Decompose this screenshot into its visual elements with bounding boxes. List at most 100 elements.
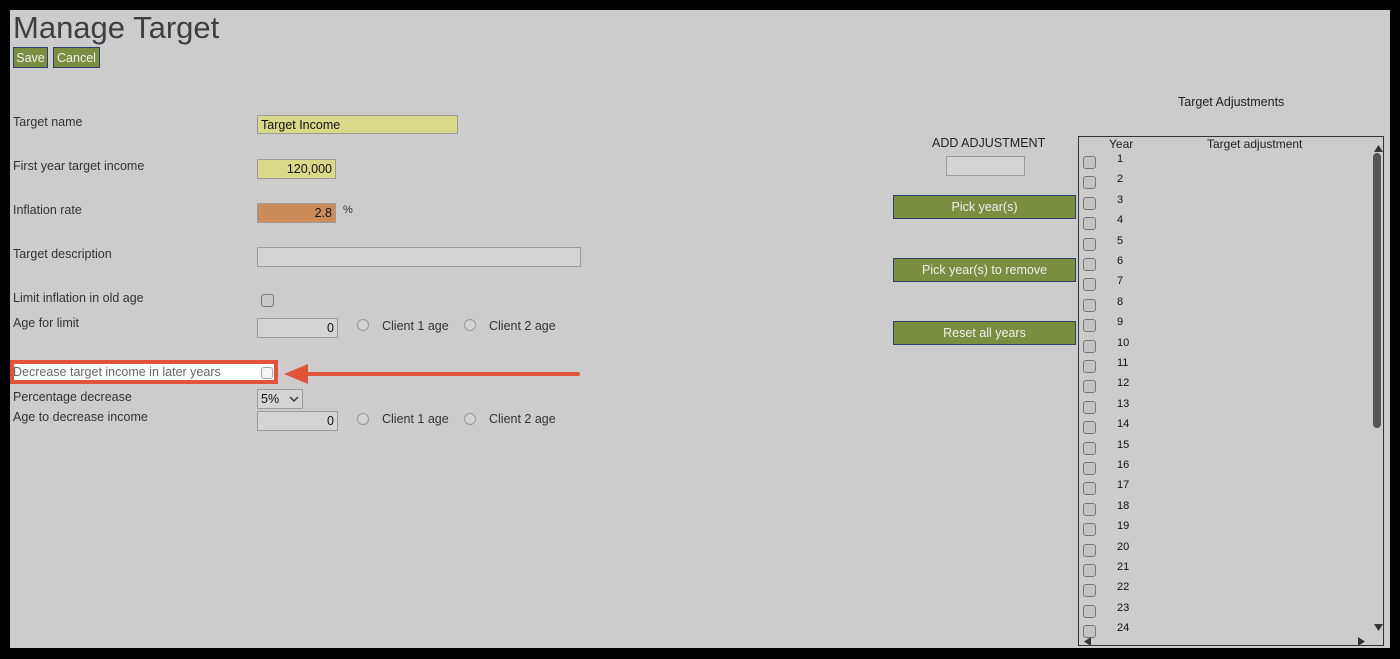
year-row-label: 7 [1117, 275, 1124, 288]
year-row-label: 3 [1117, 193, 1124, 206]
target-name-input[interactable]: Target Income [257, 115, 458, 134]
year-row-checkbox[interactable] [1083, 441, 1096, 455]
year-row-checkbox[interactable] [1083, 523, 1096, 537]
year-row-label: 9 [1117, 316, 1124, 329]
year-row-checkbox[interactable] [1083, 298, 1096, 312]
decrease-income-label: Decrease target income in later years [13, 365, 221, 379]
table-row: 6 [1079, 255, 1369, 275]
year-row-label: 12 [1117, 377, 1130, 390]
table-row: 16 [1079, 459, 1369, 479]
pick-years-remove-button[interactable]: Pick year(s) to remove [893, 258, 1076, 282]
year-row-checkbox[interactable] [1083, 217, 1096, 231]
inflation-unit: % [343, 204, 353, 216]
table-row: 9 [1079, 316, 1369, 336]
year-row-label: 6 [1117, 255, 1124, 267]
page-title: Manage Target [13, 10, 220, 45]
chevron-down-icon [289, 396, 299, 402]
table-row: 15 [1079, 439, 1369, 459]
vertical-scrollbar-thumb[interactable] [1373, 153, 1381, 428]
year-row-checkbox[interactable] [1083, 421, 1096, 435]
year-row-checkbox[interactable] [1083, 278, 1096, 292]
table-row: 20 [1079, 541, 1369, 561]
table-row: 7 [1079, 275, 1369, 295]
year-row-checkbox[interactable] [1083, 380, 1096, 394]
decrease-client2-label: Client 2 age [489, 412, 556, 426]
year-row-label: 2 [1117, 173, 1124, 186]
cancel-button[interactable]: Cancel [53, 47, 100, 68]
year-row-label: 17 [1117, 479, 1130, 492]
scroll-down-arrow[interactable] [1374, 618, 1383, 636]
year-row-label: 10 [1117, 336, 1130, 349]
limit-inflation-checkbox[interactable] [261, 294, 274, 307]
age-decrease-input[interactable]: 0 [257, 411, 338, 431]
col-adjustment-header: Target adjustment [1207, 137, 1303, 151]
scroll-left-arrow[interactable] [1084, 633, 1091, 648]
year-row-checkbox[interactable] [1083, 462, 1096, 475]
table-row: 14 [1079, 418, 1369, 438]
first-year-income-input[interactable]: 120,000 [257, 159, 336, 179]
year-row-label: 20 [1117, 540, 1130, 553]
inflation-rate-input[interactable]: 2.8 [257, 203, 336, 223]
save-button[interactable]: Save [13, 47, 48, 68]
year-row-checkbox[interactable] [1083, 176, 1096, 190]
decrease-client2-radio[interactable] [464, 413, 476, 425]
year-row-label: 11 [1117, 357, 1129, 369]
reset-all-years-button[interactable]: Reset all years [893, 321, 1076, 345]
triangle-right-icon [1358, 637, 1365, 646]
year-row-checkbox[interactable] [1083, 319, 1096, 333]
year-row-checkbox[interactable] [1083, 258, 1096, 271]
year-row-checkbox[interactable] [1083, 400, 1096, 414]
table-row: 19 [1079, 520, 1369, 540]
year-row-checkbox[interactable] [1083, 543, 1096, 557]
year-row-label: 21 [1117, 561, 1130, 573]
year-row-checkbox[interactable] [1083, 584, 1096, 598]
year-row-checkbox[interactable] [1083, 237, 1096, 251]
year-row-checkbox[interactable] [1083, 156, 1096, 169]
year-row-checkbox[interactable] [1083, 339, 1096, 353]
add-adjustment-input[interactable] [946, 156, 1025, 176]
limit-inflation-label: Limit inflation in old age [13, 291, 144, 305]
decrease-income-checkbox[interactable] [261, 367, 273, 379]
triangle-down-icon [1374, 624, 1383, 631]
scroll-right-arrow[interactable] [1358, 633, 1365, 648]
table-row: 18 [1079, 500, 1369, 520]
target-name-label: Target name [13, 115, 83, 129]
percentage-decrease-select[interactable]: 5% [257, 389, 303, 409]
year-row-checkbox[interactable] [1083, 564, 1096, 577]
decrease-client1-radio[interactable] [357, 413, 369, 425]
table-row: 8 [1079, 296, 1369, 316]
year-row-checkbox[interactable] [1083, 360, 1096, 373]
col-year-header: Year [1109, 137, 1134, 151]
annotation-arrow [284, 364, 580, 384]
year-row-label: 24 [1117, 622, 1130, 635]
limit-client2-radio[interactable] [464, 319, 476, 331]
year-row-checkbox[interactable] [1083, 482, 1096, 496]
year-row-label: 15 [1117, 438, 1130, 451]
table-row: 5 [1079, 235, 1369, 255]
target-description-input[interactable] [257, 247, 581, 267]
table-row: 23 [1079, 602, 1369, 622]
age-decrease-label: Age to decrease income [13, 410, 148, 424]
table-row: 22 [1079, 581, 1369, 601]
table-row: 3 [1079, 194, 1369, 214]
year-row-checkbox[interactable] [1083, 196, 1096, 210]
table-row: 13 [1079, 398, 1369, 418]
limit-client1-label: Client 1 age [382, 319, 449, 333]
target-description-label: Target description [13, 247, 112, 261]
year-row-label: 23 [1117, 601, 1130, 614]
pick-years-button[interactable]: Pick year(s) [893, 195, 1076, 219]
year-row-label: 18 [1117, 499, 1130, 512]
table-row: 24 [1079, 622, 1369, 642]
age-for-limit-label: Age for limit [13, 316, 79, 330]
percentage-decrease-value: 5% [261, 392, 280, 406]
age-for-limit-input[interactable]: 0 [257, 318, 338, 338]
limit-client1-radio[interactable] [357, 319, 369, 331]
year-row-checkbox[interactable] [1083, 502, 1096, 516]
year-row-label: 22 [1117, 581, 1130, 594]
table-row: 17 [1079, 479, 1369, 499]
manage-target-page: Manage Target Save Cancel Target name Ta… [10, 10, 1390, 648]
table-row: 12 [1079, 377, 1369, 397]
table-row: 1 [1079, 153, 1369, 173]
year-row-label: 19 [1117, 520, 1130, 533]
year-row-checkbox[interactable] [1083, 604, 1096, 618]
